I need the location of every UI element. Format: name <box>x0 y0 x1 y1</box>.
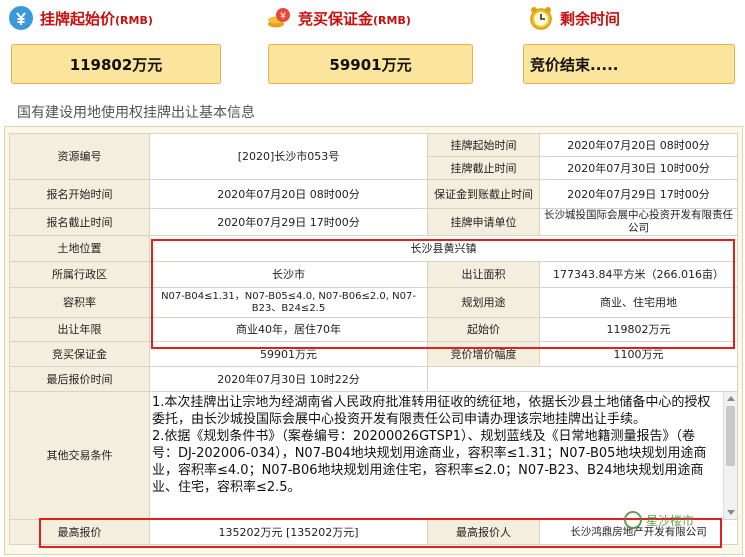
money-bag-icon <box>9 6 33 30</box>
start-price-header: 挂牌起始价(RMB) <box>8 4 153 32</box>
remaining-label: 剩余时间 <box>560 9 621 28</box>
signup-end-label: 报名截止时间 <box>9 208 150 236</box>
start-price-box: 119802万元 <box>11 44 221 84</box>
condition-line-1: 1.本次挂牌出让宗地为经湖南省人民政府批准转用征收的统征地，依据长沙县土地储备中… <box>152 395 711 427</box>
remaining-value: 竞价结束..... <box>530 55 619 74</box>
scroll-up-icon[interactable] <box>727 396 735 401</box>
table-row: 出让年限 商业40年，居住70年 起始价 119802万元 <box>9 317 738 342</box>
applicant-value: 长沙城投国际会展中心投资开发有限责任公司 <box>539 208 738 236</box>
land-use-label: 规划用途 <box>427 287 540 318</box>
deposit-box: 59901万元 <box>268 44 473 84</box>
listing-end-label: 挂牌截止时间 <box>427 156 540 180</box>
land-location-label: 土地位置 <box>9 235 150 262</box>
starting-price-value: 119802万元 <box>539 317 738 342</box>
deposit-label: 竞买保证金 <box>298 9 374 28</box>
deposit-header: ¥ 竞买保证金(RMB) <box>266 4 411 32</box>
district-label: 所属行政区 <box>9 261 150 288</box>
district-value: 长沙市 <box>149 261 428 288</box>
watermark-text: 星沙楼市 <box>646 513 695 528</box>
resource-id-label: 资源编号 <box>9 133 150 180</box>
deposit-value: 59901万元 <box>329 55 412 74</box>
condition-line-2: 2.依据《规划条件书》（案卷编号：20200026GTSP1）、规划蓝线及《日常… <box>152 429 707 495</box>
conditions-scrollbar[interactable] <box>723 392 737 519</box>
last-bid-time-label: 最后报价时间 <box>9 366 150 392</box>
remaining-box: 竞价结束..... <box>523 44 735 84</box>
start-price-unit: (RMB) <box>115 13 153 27</box>
highest-bid-label: 最高报价 <box>9 519 150 545</box>
starting-price-label: 起始价 <box>427 317 540 342</box>
signup-start-value: 2020年07月20日 08时00分 <box>149 179 428 209</box>
table-row: 竞买保证金 59901万元 竞价增价幅度 1100万元 <box>9 341 738 367</box>
plot-ratio-label: 容积率 <box>9 287 150 318</box>
table-row: 最后报价时间 2020年07月30日 10时22分 <box>9 366 738 392</box>
svg-text:¥: ¥ <box>280 12 286 22</box>
term-value: 商业40年，居住70年 <box>149 317 428 342</box>
resource-id-value: [2020]长沙市053号 <box>149 133 428 180</box>
table-row: 其他交易条件 1.本次挂牌出让宗地为经湖南省人民政府批准转用征收的统征地，依据长… <box>9 391 738 520</box>
increment-label: 竞价增价幅度 <box>427 341 540 367</box>
info-table: 资源编号 [2020]长沙市053号 挂牌起始时间 2020年07月20日 08… <box>9 133 738 545</box>
scroll-down-icon[interactable] <box>727 510 735 515</box>
alarm-clock-icon <box>530 7 552 30</box>
table-row: 报名截止时间 2020年07月29日 17时00分 挂牌申请单位 长沙城投国际会… <box>9 208 738 236</box>
wechat-logo-icon <box>624 511 642 529</box>
plot-ratio-value: N07-B04≤1.31，N07-B05≤4.0, N07-B06≤2.0, N… <box>149 287 428 318</box>
increment-value: 1100万元 <box>539 341 738 367</box>
deposit-deadline-label: 保证金到账截止时间 <box>427 179 540 209</box>
table-row: 所属行政区 长沙市 出让面积 177343.84平方米（266.016亩） <box>9 261 738 288</box>
table-row: 报名开始时间 2020年07月20日 08时00分 保证金到账截止时间 2020… <box>9 179 738 209</box>
land-use-value: 商业、住宅用地 <box>539 287 738 318</box>
bid-deposit-value: 59901万元 <box>149 341 428 367</box>
highest-bid-value: 135202万元 [135202万元] <box>149 519 428 545</box>
deposit-unit: (RMB) <box>373 13 411 27</box>
start-price-value: 119802万元 <box>69 55 163 74</box>
scroll-thumb[interactable] <box>726 406 735 466</box>
empty-cell <box>427 366 738 392</box>
other-conditions-label: 其他交易条件 <box>9 391 150 520</box>
coin-stack-icon: ¥ <box>268 8 290 28</box>
area-label: 出让面积 <box>427 261 540 288</box>
watermark: 星沙楼市 <box>624 511 694 529</box>
listing-start-value: 2020年07月20日 08时00分 <box>539 133 738 157</box>
bid-deposit-label: 竞买保证金 <box>9 341 150 367</box>
start-price-label: 挂牌起始价 <box>40 9 116 28</box>
signup-end-value: 2020年07月29日 17时00分 <box>149 208 428 236</box>
table-row: 资源编号 [2020]长沙市053号 挂牌起始时间 2020年07月20日 08… <box>9 133 738 180</box>
term-label: 出让年限 <box>9 317 150 342</box>
remaining-header: 剩余时间 <box>528 4 620 32</box>
signup-start-label: 报名开始时间 <box>9 179 150 209</box>
table-row: 土地位置 长沙县黄兴镇 <box>9 235 738 262</box>
deposit-deadline-value: 2020年07月29日 17时00分 <box>539 179 738 209</box>
listing-start-label: 挂牌起始时间 <box>427 133 540 157</box>
other-conditions-text: 1.本次挂牌出让宗地为经湖南省人民政府批准转用征收的统征地，依据长沙县土地储备中… <box>152 394 719 519</box>
applicant-label: 挂牌申请单位 <box>427 208 540 236</box>
table-row: 容积率 N07-B04≤1.31，N07-B05≤4.0, N07-B06≤2.… <box>9 287 738 318</box>
highest-bidder-label: 最高报价人 <box>427 519 540 545</box>
summary-bar: 挂牌起始价(RMB) ¥ 竞买保证金(RMB) 剩余时间 119802万元 59… <box>0 0 745 96</box>
section-title: 国有建设用地使用权挂牌出让基本信息 <box>17 105 255 121</box>
last-bid-time-value: 2020年07月30日 10时22分 <box>149 366 428 392</box>
area-value: 177343.84平方米（266.016亩） <box>539 261 738 288</box>
listing-end-value: 2020年07月30日 10时00分 <box>539 156 738 180</box>
other-conditions-box[interactable]: 1.本次挂牌出让宗地为经湖南省人民政府批准转用征收的统征地，依据长沙县土地储备中… <box>149 391 738 520</box>
land-location-value: 长沙县黄兴镇 <box>149 235 738 262</box>
